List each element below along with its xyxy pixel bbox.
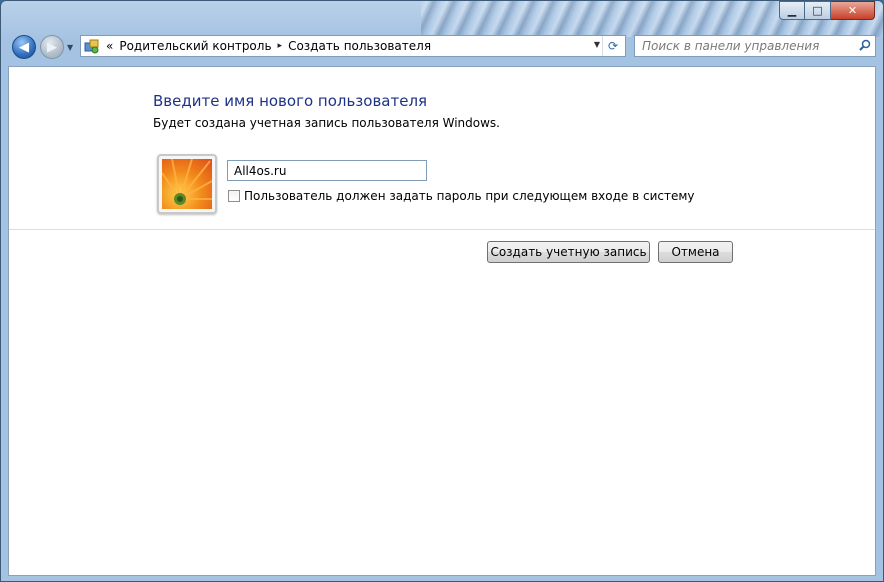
refresh-icon: ⟳ bbox=[607, 39, 619, 53]
refresh-button[interactable]: ⟳ bbox=[602, 36, 623, 56]
search-icon[interactable] bbox=[855, 39, 875, 54]
flower-avatar-icon bbox=[162, 159, 212, 209]
page-subtitle: Будет создана учетная запись пользовател… bbox=[153, 116, 500, 130]
address-dropdown[interactable]: ▼ bbox=[594, 40, 600, 49]
breadcrumb-overflow[interactable]: « bbox=[106, 39, 113, 53]
breadcrumb: « Родительский контроль ▸ Создать пользо… bbox=[106, 39, 431, 53]
require-password-checkbox[interactable] bbox=[228, 190, 240, 202]
forward-button[interactable]: ▶ bbox=[40, 35, 64, 59]
require-password-label[interactable]: Пользователь должен задать пароль при сл… bbox=[244, 189, 695, 203]
explorer-window: ▁ □ ✕ ◀ ▶ ▼ « Родительский контроль ▸ Со… bbox=[0, 0, 884, 582]
navigation-bar: ◀ ▶ ▼ « Родительский контроль ▸ Создать … bbox=[1, 32, 883, 64]
page-title: Введите имя нового пользователя bbox=[153, 92, 428, 110]
breadcrumb-item-create-user[interactable]: Создать пользователя bbox=[288, 39, 431, 53]
content-pane: Введите имя нового пользователя Будет со… bbox=[8, 66, 876, 576]
breadcrumb-item-parental-control[interactable]: Родительский контроль bbox=[119, 39, 271, 53]
search-box bbox=[634, 35, 876, 57]
create-account-button[interactable]: Создать учетную запись bbox=[487, 241, 650, 263]
arrow-right-icon: ▶ bbox=[47, 39, 57, 55]
close-button[interactable]: ✕ bbox=[831, 1, 875, 20]
chevron-down-icon: ▼ bbox=[67, 43, 74, 52]
user-avatar bbox=[157, 154, 217, 214]
chevron-down-icon: ▼ bbox=[593, 40, 600, 49]
address-bar[interactable]: « Родительский контроль ▸ Создать пользо… bbox=[80, 35, 626, 57]
arrow-left-icon: ◀ bbox=[19, 39, 29, 55]
back-button[interactable]: ◀ bbox=[12, 35, 36, 59]
divider bbox=[9, 229, 875, 230]
caption-buttons: ▁ □ ✕ bbox=[779, 1, 875, 20]
search-input[interactable] bbox=[635, 36, 855, 56]
breadcrumb-separator-icon[interactable]: ▸ bbox=[278, 41, 283, 51]
require-password-row: Пользователь должен задать пароль при сл… bbox=[228, 189, 695, 203]
control-panel-icon bbox=[84, 38, 100, 54]
minimize-button[interactable]: ▁ bbox=[779, 1, 805, 20]
maximize-button[interactable]: □ bbox=[805, 1, 831, 20]
cancel-button[interactable]: Отмена bbox=[658, 241, 733, 263]
user-name-input[interactable] bbox=[227, 160, 427, 181]
recent-pages-dropdown[interactable]: ▼ bbox=[67, 43, 73, 52]
